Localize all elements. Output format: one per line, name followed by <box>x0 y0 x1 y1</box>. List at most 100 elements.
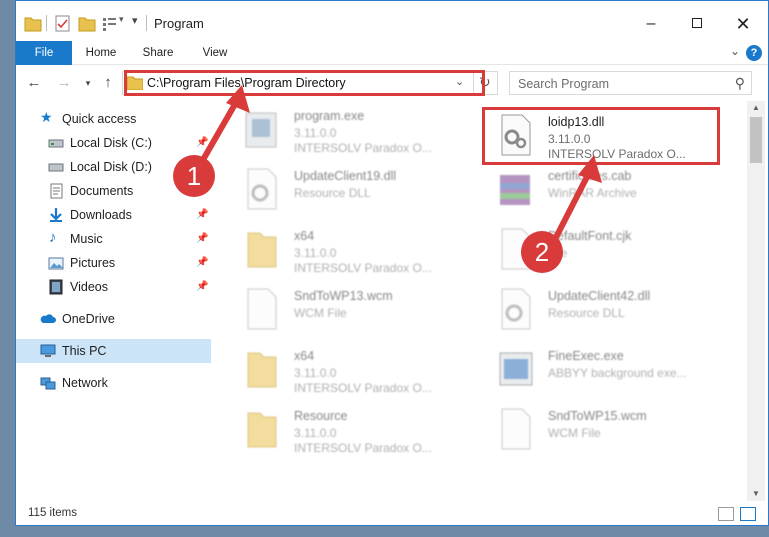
file-detail: 3.11.0.0 <box>294 366 337 380</box>
tab-share[interactable]: Share <box>134 41 182 65</box>
details-view-icon[interactable] <box>718 507 734 521</box>
properties-icon[interactable] <box>54 13 72 33</box>
computer-icon <box>40 344 56 357</box>
file-item[interactable]: certificates.cab WinRAR Archive <box>486 161 726 219</box>
nav-label: Pictures <box>70 256 116 270</box>
file-detail: ABBYY background exe... <box>548 366 687 380</box>
file-detail: 3.11.0.0 <box>294 246 337 260</box>
window-title: Program <box>154 16 204 31</box>
address-highlight-box <box>124 70 485 96</box>
nav-quick-access[interactable]: ★ Quick access <box>16 107 211 131</box>
explorer-window: ▾ ▾ Program – ✕ File Home Share View ⌄ ?… <box>15 0 769 526</box>
nav-item-local-disk-c[interactable]: Local Disk (C:) 📌 <box>16 131 211 155</box>
file-item[interactable]: UpdateClient42.dll Resource DLL <box>486 281 726 339</box>
search-icon[interactable]: ⚲ <box>735 75 745 92</box>
videos-icon <box>49 279 63 295</box>
app-icon <box>499 352 533 386</box>
nav-label: This PC <box>62 344 107 358</box>
close-button[interactable]: ✕ <box>720 11 766 37</box>
maximize-button[interactable] <box>674 11 720 37</box>
file-item[interactable]: FineExec.exe ABBYY background exe... <box>486 341 726 399</box>
ribbon-tabs: File Home Share View ⌄ ? <box>16 41 768 65</box>
minimize-button[interactable]: – <box>628 11 674 37</box>
search-box[interactable]: Search Program ⚲ <box>509 71 752 95</box>
file-detail: Resource DLL <box>294 186 371 200</box>
folder-icon <box>247 352 277 388</box>
toolbar-separator <box>46 15 47 31</box>
file-detail: INTERSOLV Paradox O... <box>294 381 432 395</box>
new-folder-icon[interactable] <box>78 13 96 33</box>
file-icon <box>501 408 531 450</box>
folder-icon <box>24 17 42 32</box>
cloud-icon <box>40 314 56 323</box>
title-separator <box>146 15 147 31</box>
file-item[interactable]: x64 3.11.0.0 INTERSOLV Paradox O... <box>232 221 472 279</box>
nav-this-pc[interactable]: This PC <box>16 339 211 363</box>
nav-item-pictures[interactable]: Pictures 📌 <box>16 251 211 275</box>
step-2-badge: 2 <box>521 231 563 273</box>
pin-icon[interactable]: 📌 <box>196 233 208 244</box>
archive-icon <box>500 175 530 205</box>
large-icons-view-icon[interactable] <box>740 507 756 521</box>
nav-label: Downloads <box>70 208 132 222</box>
forward-button[interactable]: → <box>54 73 74 93</box>
tab-home[interactable]: Home <box>78 41 124 65</box>
file-detail: 3.11.0.0 <box>294 126 337 140</box>
up-button[interactable]: ↑ <box>98 73 118 93</box>
file-name: SndToWP13.wcm <box>294 289 393 303</box>
nav-network[interactable]: Network <box>16 371 211 395</box>
file-name: Resource <box>294 409 348 423</box>
customize-icon[interactable] <box>102 13 118 33</box>
back-button[interactable]: ← <box>24 73 44 93</box>
nav-label: OneDrive <box>62 312 115 326</box>
nav-item-videos[interactable]: Videos 📌 <box>16 275 211 299</box>
nav-label: Local Disk (D:) <box>70 160 152 174</box>
scrollbar-thumb[interactable] <box>750 117 762 163</box>
status-bar: 115 items <box>16 503 768 525</box>
qa-customize-icon[interactable]: ▾ <box>132 14 138 34</box>
nav-label: Documents <box>70 184 134 198</box>
title-bar: ▾ ▾ Program – ✕ <box>16 1 768 41</box>
file-item[interactable]: x64 3.11.0.0 INTERSOLV Paradox O... <box>232 341 472 399</box>
address-row: ← → ▾ ↑ C:\Program Files\Program Directo… <box>16 67 768 99</box>
nav-label: Music <box>70 232 103 246</box>
tab-file[interactable]: File <box>16 41 72 65</box>
ribbon-expand-icon[interactable]: ⌄ <box>730 44 740 58</box>
nav-onedrive[interactable]: OneDrive <box>16 307 211 331</box>
scroll-down-icon[interactable]: ▼ <box>747 487 765 501</box>
help-icon[interactable]: ? <box>746 45 762 61</box>
nav-item-downloads[interactable]: Downloads 📌 <box>16 203 211 227</box>
qa-dropdown-icon[interactable]: ▾ <box>119 14 124 34</box>
file-item[interactable]: SndToWP15.wcm WCM File <box>486 401 726 459</box>
file-name: UpdateClient42.dll <box>548 289 651 303</box>
file-icon <box>247 288 277 330</box>
star-icon: ★ <box>40 109 53 125</box>
nav-label: Local Disk (C:) <box>70 136 152 150</box>
file-item[interactable]: program.exe 3.11.0.0 INTERSOLV Paradox O… <box>232 101 472 159</box>
recent-locations-icon[interactable]: ▾ <box>78 73 98 93</box>
file-detail: WCM File <box>548 426 601 440</box>
file-item[interactable]: Resource 3.11.0.0 INTERSOLV Paradox O... <box>232 401 472 459</box>
folder-icon <box>247 412 277 448</box>
search-input[interactable]: Search Program <box>518 77 609 91</box>
pin-icon[interactable]: 📌 <box>196 281 208 292</box>
file-name: SndToWP15.wcm <box>548 409 647 423</box>
downloads-icon <box>50 208 62 222</box>
file-item[interactable]: UpdateClient19.dll Resource DLL <box>232 161 472 219</box>
pin-icon[interactable]: 📌 <box>196 209 208 220</box>
nav-item-music[interactable]: ♪ Music 📌 <box>16 227 211 251</box>
file-detail: WCM File <box>294 306 347 320</box>
file-item[interactable]: SndToWP13.wcm WCM File <box>232 281 472 339</box>
tab-view[interactable]: View <box>192 41 238 65</box>
drive-icon <box>48 139 64 148</box>
drive-icon <box>48 163 64 172</box>
dll-icon <box>501 288 531 330</box>
network-icon <box>40 377 56 390</box>
file-detail: INTERSOLV Paradox O... <box>294 261 432 275</box>
scroll-up-icon[interactable]: ▲ <box>747 101 765 115</box>
pin-icon[interactable]: 📌 <box>196 257 208 268</box>
file-detail: INTERSOLV Paradox O... <box>294 441 432 455</box>
pictures-icon <box>48 257 64 270</box>
file-name: program.exe <box>294 109 365 123</box>
vertical-scrollbar[interactable]: ▲ ▼ <box>747 101 765 501</box>
